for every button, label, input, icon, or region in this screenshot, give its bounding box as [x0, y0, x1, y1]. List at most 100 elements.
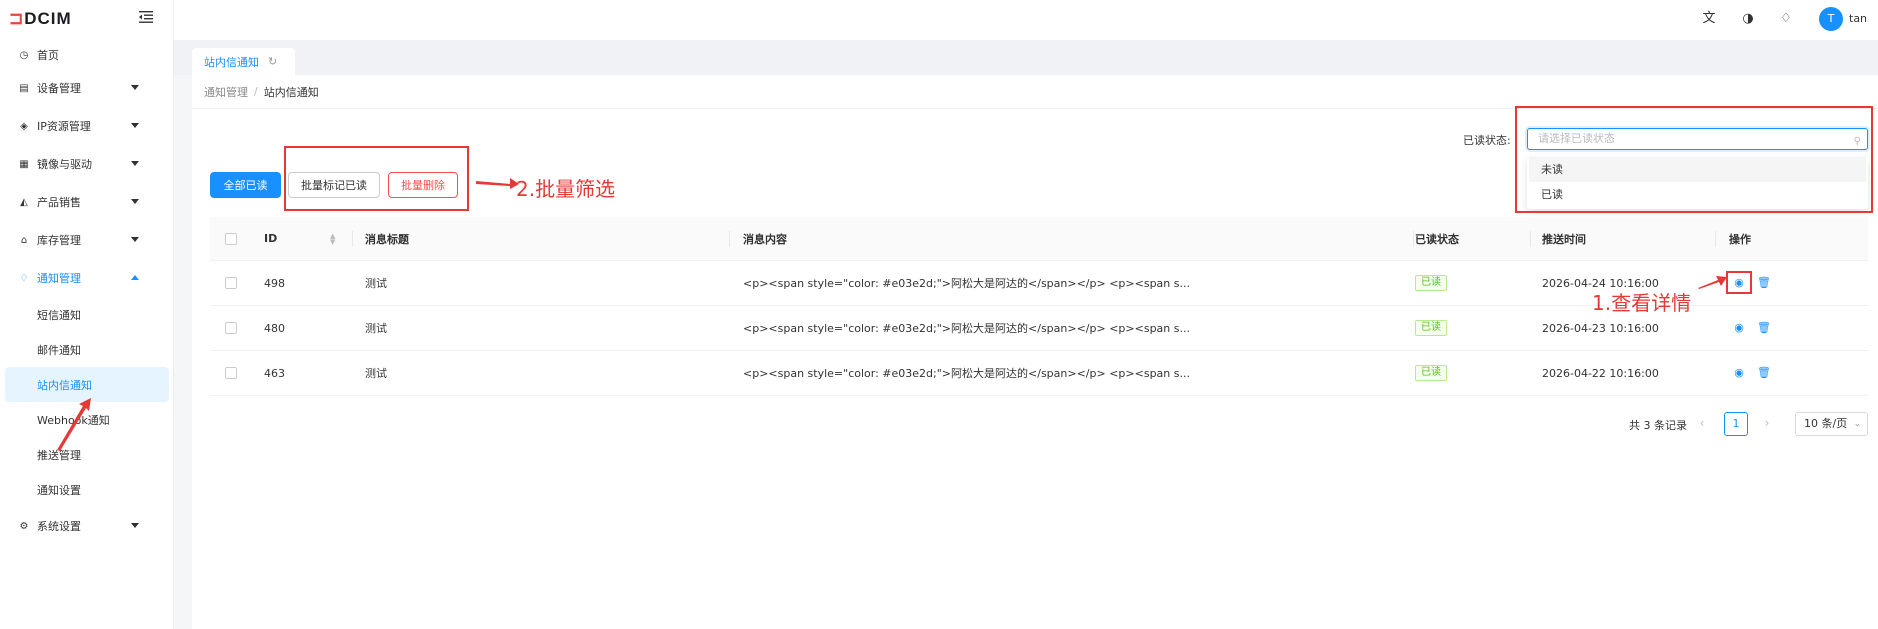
column-header-content: 消息内容 — [743, 232, 787, 246]
mark-all-read-button[interactable]: 全部已读 — [210, 172, 281, 198]
top-header — [174, 0, 1878, 40]
column-header-id[interactable]: ID — [264, 232, 277, 245]
sort-icon[interactable]: ▲ ▼ — [330, 233, 335, 246]
avatar[interactable]: T — [1819, 7, 1843, 31]
chevron-up-icon — [131, 275, 139, 280]
cell-id: 498 — [264, 276, 285, 290]
sidebar-item-devices[interactable]: ▤ 设备管理 — [0, 69, 174, 107]
cell-content: <p><span style="color: #e03e2d;">阿松大是阿达的… — [743, 277, 1190, 290]
row-checkbox[interactable] — [225, 322, 237, 334]
sidebar-item-images[interactable]: ▦ 镜像与驱动 — [0, 145, 174, 183]
sidebar-item-label: 镜像与驱动 — [37, 158, 92, 171]
next-page-icon[interactable]: › — [1757, 413, 1777, 433]
sidebar-item-label: 首页 — [37, 49, 59, 62]
column-header-title: 消息标题 — [365, 232, 409, 246]
chevron-down-icon: ⌄ — [1853, 419, 1861, 429]
sidebar-item-notifications[interactable]: ♢ 通知管理 — [0, 259, 174, 297]
status-badge: 已读 — [1415, 275, 1447, 291]
sidebar-item-label: IP资源管理 — [37, 120, 91, 133]
column-divider — [1715, 231, 1716, 247]
menu-fold-icon[interactable] — [139, 11, 153, 23]
page-size-value: 10 条/页 — [1804, 417, 1848, 430]
cell-push-time: 2026-04-23 10:16:00 — [1542, 321, 1659, 335]
tab-strip: 站内信通知 ↻ — [174, 40, 1878, 75]
read-status-label: 已读状态: — [1463, 134, 1511, 147]
translate-icon[interactable]: 文 — [1701, 11, 1717, 27]
cell-push-time: 2026-04-22 10:16:00 — [1542, 366, 1659, 380]
sidebar-item-label: 系统设置 — [37, 520, 81, 533]
cell-title: 测试 — [365, 322, 387, 335]
sidebar-item-inventory[interactable]: ⌂ 库存管理 — [0, 221, 174, 259]
submenu-item-settings[interactable]: 通知设置 — [0, 472, 174, 507]
breadcrumb-current: 站内信通知 — [263, 85, 319, 99]
side-menu: ◷ 首页 ▤ 设备管理 ◈ IP资源管理 ▦ 镜像与驱动 ◭ 产品销售 ⌂ 库存… — [0, 45, 174, 545]
warehouse-icon: ⌂ — [20, 234, 28, 246]
annotation-arrow-filter — [476, 178, 519, 189]
status-badge: 已读 — [1415, 320, 1447, 336]
chevron-down-icon — [131, 85, 139, 90]
page-size-select[interactable]: 10 条/页 ⌄ — [1795, 412, 1868, 436]
logo[interactable]: ⊐ DCIM — [9, 8, 72, 30]
theme-icon[interactable]: ◑ — [1740, 11, 1756, 27]
trash-icon[interactable]: 🗑 — [1757, 277, 1771, 289]
trash-icon[interactable]: 🗑 — [1757, 367, 1771, 379]
username[interactable]: tan — [1849, 12, 1867, 25]
breadcrumb-separator: / — [254, 85, 258, 98]
sidebar-item-sales[interactable]: ◭ 产品销售 — [0, 183, 174, 221]
chevron-down-icon — [131, 123, 139, 128]
annotation-box-filter — [1515, 106, 1873, 213]
prev-page-icon[interactable]: ‹ — [1692, 413, 1712, 433]
page-number-button[interactable]: 1 — [1724, 412, 1748, 436]
cell-title: 测试 — [365, 367, 387, 380]
bell-icon[interactable]: ♢ — [1778, 11, 1794, 27]
column-header-push-time: 推送时间 — [1542, 232, 1586, 246]
row-checkbox[interactable] — [225, 277, 237, 289]
annotation-box-batch-buttons — [284, 146, 469, 211]
annotation-box-view — [1726, 271, 1752, 294]
sidebar-item-label: 通知管理 — [37, 272, 81, 285]
breadcrumb: 通知管理 / 站内信通知 — [192, 75, 1878, 109]
column-header-read-status: 已读状态 — [1415, 232, 1459, 246]
cell-id: 480 — [264, 321, 285, 335]
shop-icon: ◭ — [20, 196, 28, 208]
sidebar: ⊐ DCIM ◷ 首页 ▤ 设备管理 ◈ IP资源管理 ▦ 镜像与驱动 ◭ 产品销… — [0, 0, 174, 629]
sidebar-item-label: 产品销售 — [37, 196, 81, 209]
annotation-arrow-inbox — [57, 398, 91, 451]
annotation-text-filter: 2.批量筛选 — [516, 177, 616, 201]
tab-label: 站内信通知 — [204, 55, 259, 69]
submenu-item-email[interactable]: 邮件通知 — [0, 332, 174, 367]
sidebar-item-label: 库存管理 — [37, 234, 81, 247]
table-row: 463 测试 <p><span style="color: #e03e2d;">… — [210, 351, 1868, 396]
column-divider — [1413, 231, 1414, 247]
chevron-down-icon — [131, 237, 139, 242]
chevron-down-icon — [131, 161, 139, 166]
eye-icon[interactable]: ◉ — [1733, 322, 1745, 334]
cell-title: 测试 — [365, 277, 387, 290]
cell-content: <p><span style="color: #e03e2d;">阿松大是阿达的… — [743, 322, 1190, 335]
breadcrumb-parent[interactable]: 通知管理 — [204, 84, 248, 100]
sidebar-item-label: 设备管理 — [37, 82, 81, 95]
image-icon: ▦ — [19, 158, 29, 170]
cell-content: <p><span style="color: #e03e2d;">阿松大是阿达的… — [743, 367, 1190, 380]
row-checkbox[interactable] — [225, 367, 237, 379]
table-header: ID ▲ ▼ 消息标题 消息内容 已读状态 推送时间 操作 — [210, 217, 1868, 261]
column-divider — [729, 231, 730, 247]
sidebar-item-home[interactable]: ◷ 首页 — [0, 41, 174, 69]
annotation-text-view: 1.查看详情 — [1592, 291, 1692, 315]
sidebar-item-ip[interactable]: ◈ IP资源管理 — [0, 107, 174, 145]
bell-icon: ♢ — [19, 272, 29, 284]
trash-icon[interactable]: 🗑 — [1757, 322, 1771, 334]
dashboard-icon: ◷ — [19, 49, 29, 61]
cell-id: 463 — [264, 366, 285, 380]
select-all-checkbox[interactable] — [225, 232, 237, 245]
status-badge: 已读 — [1415, 365, 1447, 381]
monitor-icon: ▤ — [19, 82, 29, 94]
refresh-icon[interactable]: ↻ — [268, 55, 277, 68]
chevron-down-icon — [131, 199, 139, 204]
eye-icon[interactable]: ◉ — [1733, 367, 1745, 379]
pagination-total: 共 3 条记录 — [1629, 419, 1687, 432]
sidebar-item-system[interactable]: ⚙ 系统设置 — [0, 507, 174, 545]
tab-inbox-notification[interactable]: 站内信通知 ↻ — [192, 48, 295, 75]
column-divider — [1530, 231, 1531, 247]
submenu-item-sms[interactable]: 短信通知 — [0, 297, 174, 332]
